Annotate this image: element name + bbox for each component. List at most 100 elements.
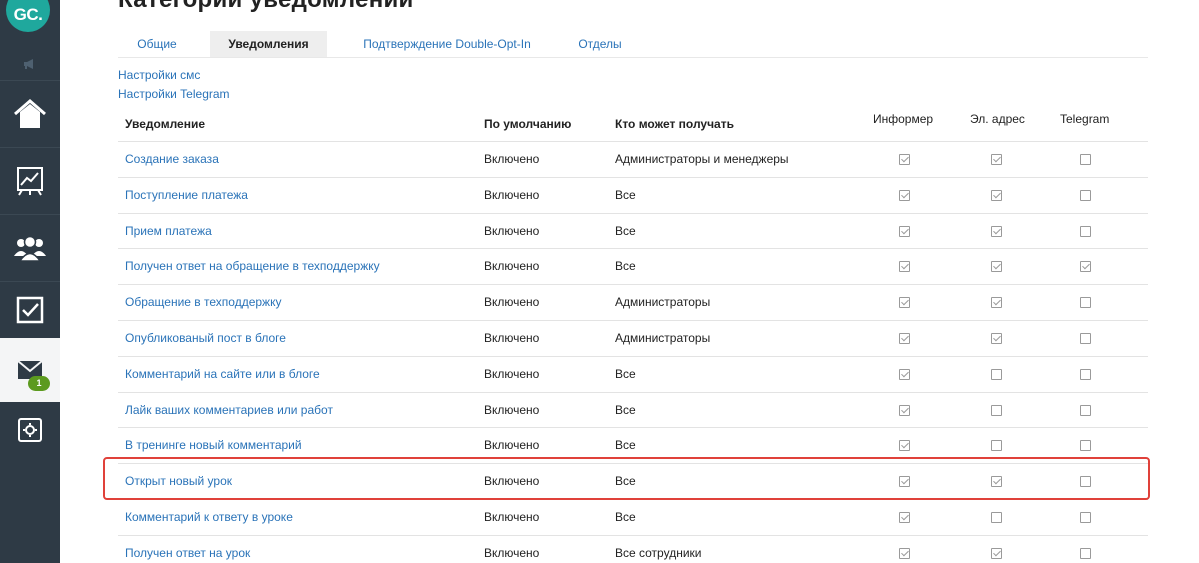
recipients: Администраторы и менеджеры (615, 152, 789, 166)
default-status: Включено (484, 546, 540, 560)
recipients: Все сотрудники (615, 546, 702, 560)
email-checkbox[interactable] (991, 297, 1002, 308)
default-status: Включено (484, 259, 540, 273)
email-checkbox[interactable] (991, 154, 1002, 165)
recipients: Все (615, 403, 636, 417)
notification-link[interactable]: Лайк ваших комментариев или работ (125, 393, 333, 428)
recipients: Все (615, 474, 636, 488)
informer-checkbox[interactable] (899, 405, 910, 416)
telegram-checkbox[interactable] (1080, 333, 1091, 344)
informer-checkbox[interactable] (899, 548, 910, 559)
default-status: Включено (484, 188, 540, 202)
email-checkbox[interactable] (991, 548, 1002, 559)
table-row: Опубликованый пост в блоге Включено Админи… (118, 320, 1148, 356)
email-checkbox[interactable] (991, 333, 1002, 344)
table-row: Открыт новый урок Включено Все (118, 463, 1148, 499)
notification-link[interactable]: Комментарий к ответу в уроке (125, 500, 293, 535)
default-status: Включено (484, 224, 540, 238)
default-status: Включено (484, 510, 540, 524)
default-status: Включено (484, 295, 540, 309)
email-checkbox[interactable] (991, 369, 1002, 380)
tab-notifications[interactable]: Уведомления (210, 31, 327, 57)
table-row: Комментарий на сайте или в блоге Включено… (118, 356, 1148, 392)
default-status: Включено (484, 331, 540, 345)
sidebar-item-mail[interactable]: 1 (0, 338, 60, 402)
telegram-checkbox[interactable] (1080, 369, 1091, 380)
header-default: По умолчанию (484, 117, 572, 131)
informer-checkbox[interactable] (899, 190, 910, 201)
telegram-checkbox[interactable] (1080, 297, 1091, 308)
telegram-checkbox[interactable] (1080, 261, 1091, 272)
telegram-checkbox[interactable] (1080, 440, 1091, 451)
recipients: Все (615, 438, 636, 452)
telegram-checkbox[interactable] (1080, 476, 1091, 487)
telegram-checkbox[interactable] (1080, 512, 1091, 523)
informer-checkbox[interactable] (899, 440, 910, 451)
informer-checkbox[interactable] (899, 333, 910, 344)
megaphone-icon[interactable] (0, 48, 60, 80)
telegram-checkbox[interactable] (1080, 548, 1091, 559)
notification-link[interactable]: Опубликованый пост в блоге (125, 321, 286, 356)
logo[interactable]: GC. (6, 0, 50, 32)
telegram-checkbox[interactable] (1080, 405, 1091, 416)
notification-link[interactable]: Поступление платежа (125, 178, 248, 213)
recipients: Все (615, 224, 636, 238)
notification-link[interactable]: Получен ответ на обращение в техподдержк… (125, 249, 380, 284)
email-checkbox[interactable] (991, 476, 1002, 487)
notification-link[interactable]: Получен ответ на урок (125, 536, 250, 563)
tab-general[interactable]: Общие (118, 31, 196, 57)
notification-link[interactable]: Комментарий на сайте или в блоге (125, 357, 320, 392)
table-row: Создание заказа Включено Администраторы и … (118, 141, 1148, 177)
table-row: В тренинге новый комментарий Включено Все (118, 427, 1148, 463)
notification-link[interactable]: Открыт новый урок (125, 464, 232, 499)
informer-checkbox[interactable] (899, 369, 910, 380)
informer-checkbox[interactable] (899, 154, 910, 165)
tab-double-opt-in[interactable]: Подтверждение Double-Opt-In (358, 31, 536, 57)
informer-checkbox[interactable] (899, 297, 910, 308)
default-status: Включено (484, 367, 540, 381)
email-checkbox[interactable] (991, 261, 1002, 272)
informer-checkbox[interactable] (899, 261, 910, 272)
informer-checkbox[interactable] (899, 512, 910, 523)
informer-checkbox[interactable] (899, 226, 910, 237)
table-row: Поступление платежа Включено Все (118, 177, 1148, 213)
table-row: Прием платежа Включено Все (118, 213, 1148, 249)
tabs-bar: Общие Уведомления Подтверждение Double-O… (118, 31, 1148, 58)
telegram-checkbox[interactable] (1080, 154, 1091, 165)
header-who: Кто может получать (615, 117, 734, 131)
header-notification: Уведомление (125, 117, 206, 131)
logo-text: GC. (6, 0, 50, 32)
notification-link[interactable]: Прием платежа (125, 214, 212, 249)
settings-icon[interactable] (0, 402, 60, 458)
users-icon[interactable] (0, 215, 60, 281)
tab-departments[interactable]: Отделы (570, 31, 630, 57)
table-row: Лайк ваших комментариев или работ Включен… (118, 392, 1148, 428)
default-status: Включено (484, 403, 540, 417)
recipients: Администраторы (615, 331, 711, 345)
checkbox-icon[interactable] (0, 282, 60, 338)
header-email: Эл. адрес (970, 112, 1025, 126)
email-checkbox[interactable] (991, 440, 1002, 451)
sidebar: GC. 1 (0, 0, 60, 563)
notification-link[interactable]: В тренинге новый комментарий (125, 428, 302, 463)
recipients: Все (615, 259, 636, 273)
sms-settings-link[interactable]: Настройки смс (118, 68, 200, 82)
telegram-checkbox[interactable] (1080, 190, 1091, 201)
email-checkbox[interactable] (991, 226, 1002, 237)
table-row: Обращение в техподдержку Включено Админист… (118, 284, 1148, 320)
telegram-checkbox[interactable] (1080, 226, 1091, 237)
mail-badge: 1 (28, 376, 50, 391)
informer-checkbox[interactable] (899, 476, 910, 487)
table-row: Получен ответ на обращение в техподдержк… (118, 248, 1148, 284)
recipients: Все (615, 367, 636, 381)
telegram-settings-link[interactable]: Настройки Telegram (118, 87, 230, 101)
notification-link[interactable]: Создание заказа (125, 142, 219, 177)
email-checkbox[interactable] (991, 190, 1002, 201)
email-checkbox[interactable] (991, 512, 1002, 523)
email-checkbox[interactable] (991, 405, 1002, 416)
home-icon[interactable] (0, 81, 60, 147)
notification-link[interactable]: Обращение в техподдержку (125, 285, 281, 320)
chart-icon[interactable] (0, 148, 60, 214)
recipients: Все (615, 510, 636, 524)
table-row: Комментарий к ответу в уроке Включено Все (118, 499, 1148, 535)
